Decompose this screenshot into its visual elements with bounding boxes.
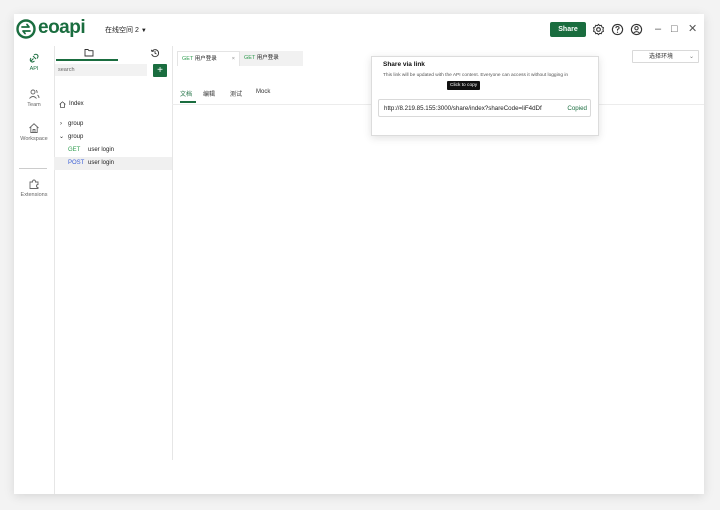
copy-tooltip: Click to copy — [447, 81, 481, 90]
method-badge: POST — [68, 160, 85, 166]
request-tab[interactable]: GET 用户登录 × — [177, 51, 240, 66]
logo-icon — [16, 19, 36, 39]
folder-icon[interactable] — [84, 48, 94, 57]
sidebar-tabs — [54, 46, 172, 62]
api-name: user login — [88, 147, 115, 153]
caret-down-icon: ▼ — [140, 28, 147, 34]
active-tab-indicator — [56, 59, 118, 61]
tree-item-label: Index — [69, 101, 84, 107]
history-icon[interactable] — [150, 48, 160, 58]
nav-divider — [19, 168, 47, 169]
nav-label-extensions: Extensions — [20, 192, 48, 198]
tree-group[interactable]: ⌄ group — [54, 131, 172, 144]
tab-title: 用户登录 — [256, 55, 279, 61]
activity-bar: API Team Workspace Extensions — [14, 46, 55, 494]
nav-item-team[interactable]: Team — [14, 88, 54, 108]
nav-label-api: API — [29, 66, 39, 72]
nav-item-extensions[interactable]: Extensions — [14, 178, 54, 198]
api-icon — [29, 53, 39, 63]
app-name: eoapi — [38, 17, 86, 38]
share-popover: Share via link This link will be updated… — [371, 56, 599, 136]
tree-group-label: group — [68, 134, 84, 140]
tab-edit[interactable]: 编辑 — [203, 89, 215, 98]
home-icon — [59, 101, 66, 108]
api-tree-panel: search + Index › group ⌄ group GET user … — [54, 46, 173, 460]
user-icon[interactable] — [630, 23, 643, 36]
close-icon[interactable]: × — [232, 52, 235, 67]
chevron-down-icon: ⌄ — [688, 54, 694, 60]
share-link-field[interactable]: http://8.219.85.155:3000/share/index?sha… — [378, 99, 591, 117]
add-button[interactable]: + — [153, 64, 167, 77]
tab-method: GET — [244, 55, 256, 61]
workspace-select[interactable]: 在线空间 2 ▼ — [105, 25, 147, 35]
tab-method: GET — [182, 56, 194, 62]
tree-item-index[interactable]: Index — [54, 98, 172, 111]
method-badge: GET — [68, 147, 81, 153]
title-bar: eoapi 在线空间 2 ▼ Share – □ ✕ — [14, 14, 704, 46]
tab-title: 用户登录 — [194, 56, 217, 62]
app-window: eoapi 在线空间 2 ▼ Share – □ ✕ API Team Work… — [14, 14, 704, 494]
popover-title: Share via link — [383, 61, 425, 68]
tab-docs[interactable]: 文档 — [180, 89, 192, 98]
popover-description: This link will be updated with the API c… — [383, 73, 569, 78]
tab-mock[interactable]: Mock — [256, 89, 270, 95]
share-link-url[interactable]: http://8.219.85.155:3000/share/index?sha… — [384, 100, 564, 116]
nav-label-workspace: Workspace — [20, 136, 48, 142]
gear-icon[interactable] — [592, 23, 605, 36]
tree-group-label: group — [68, 121, 84, 127]
chevron-down-icon: ⌄ — [59, 134, 65, 140]
chevron-right-icon: › — [60, 121, 62, 127]
nav-label-team: Team — [27, 102, 41, 108]
help-icon[interactable] — [611, 23, 624, 36]
maximize-button[interactable]: □ — [671, 23, 678, 36]
minimize-button[interactable]: – — [655, 23, 661, 36]
nav-item-api[interactable]: API — [14, 52, 54, 72]
nav-item-workspace[interactable]: Workspace — [14, 122, 54, 142]
active-subtab-indicator — [180, 101, 196, 103]
tab-test[interactable]: 测试 — [230, 89, 242, 98]
search-input[interactable]: search — [55, 64, 147, 76]
environment-select[interactable]: 选择环境 ⌄ — [632, 50, 699, 63]
environment-label: 选择环境 — [649, 54, 674, 60]
close-button[interactable]: ✕ — [688, 23, 697, 36]
home-icon — [29, 123, 39, 133]
copied-status: Copied — [565, 100, 587, 116]
request-tab[interactable]: GET 用户登录 — [240, 51, 303, 66]
app-logo: eoapi — [16, 17, 92, 41]
share-button[interactable]: Share — [550, 22, 586, 37]
workspace-name: 在线空间 2 — [105, 27, 139, 34]
team-icon — [29, 89, 40, 99]
tree-group[interactable]: › group — [54, 118, 172, 131]
puzzle-icon — [29, 179, 39, 189]
api-name: user login — [88, 160, 115, 166]
tree-item-api[interactable]: POST user login — [54, 157, 172, 170]
tree-item-api[interactable]: GET user login — [54, 144, 172, 157]
